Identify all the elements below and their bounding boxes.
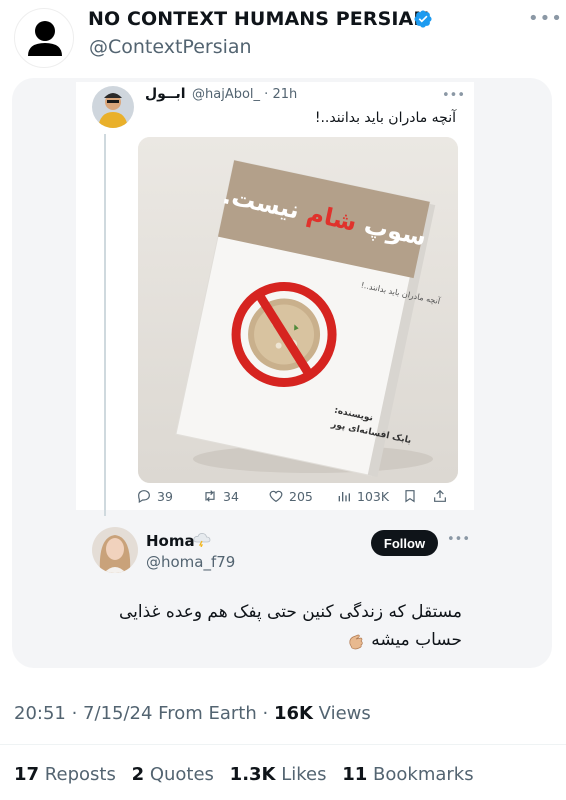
- quoted-author-handle[interactable]: @hajAbol_ · 21h: [192, 87, 297, 102]
- quoted-handle-text: @hajAbol_: [192, 87, 261, 102]
- reply-tweet-text-line1: مستقل که زندگی کنین حتی پفک هم وعده غذای…: [119, 602, 462, 622]
- avatar-man-icon: [92, 86, 134, 128]
- quotes-stat[interactable]: 2 Quotes: [132, 764, 214, 785]
- quoted-time: 21h: [272, 87, 298, 102]
- quoted-author-name[interactable]: ابــول: [145, 86, 186, 102]
- bookmark-icon: [405, 490, 415, 503]
- retweet-icon: [205, 490, 215, 502]
- author-name[interactable]: NO CONTEXT HUMANS PERSIAN: [88, 8, 429, 30]
- tweet-date[interactable]: 7/15/24: [83, 703, 152, 724]
- likes-label: Likes: [281, 764, 327, 785]
- reply-author-handle[interactable]: @homa_f79: [146, 553, 235, 571]
- engagement-stats: 17 Reposts 2 Quotes 1.3K Likes 11 Bookma…: [14, 764, 484, 785]
- retweet-action[interactable]: 34: [202, 488, 239, 504]
- views-label: Views: [318, 703, 371, 724]
- more-dots-icon[interactable]: •••: [447, 532, 470, 547]
- book-cover-image[interactable]: سوپ شام نیست. آنچه مادران باید بدانند..!…: [138, 137, 458, 483]
- follow-button[interactable]: Follow: [371, 530, 438, 556]
- views-count: 103K: [357, 488, 390, 504]
- tweet-source: From Earth: [158, 703, 257, 724]
- tweet-meta: 20:51 · 7/15/24 From Earth · 16K Views: [14, 703, 371, 724]
- quoted-author-avatar[interactable]: [92, 86, 134, 128]
- bookmark-action[interactable]: [402, 488, 418, 504]
- views-icon: [338, 492, 350, 502]
- bookmarks-stat[interactable]: 11 Bookmarks: [342, 764, 473, 785]
- likes-stat[interactable]: 1.3K Likes: [230, 764, 327, 785]
- share-icon: [434, 489, 446, 502]
- share-action[interactable]: [432, 488, 448, 504]
- quotes-value: 2: [131, 764, 145, 785]
- thread-connector-line: [104, 134, 106, 516]
- book-illustration: سوپ شام نیست. آنچه مادران باید بدانند..!…: [138, 137, 458, 483]
- quoted-tweet-text: آنچه مادران باید بدانند..!: [314, 110, 456, 126]
- reply-count: 39: [157, 488, 173, 504]
- bookmarks-label: Bookmarks: [373, 764, 474, 785]
- like-count: 205: [289, 488, 313, 504]
- reply-author-name[interactable]: Homa: [146, 532, 195, 550]
- clap-icon: [349, 634, 363, 650]
- bookmarks-value: 11: [342, 764, 368, 785]
- like-action[interactable]: 205: [268, 488, 313, 504]
- reply-tweet-text-line2: حساب میشه: [371, 630, 462, 650]
- retweet-count: 34: [223, 488, 239, 504]
- author-handle[interactable]: @ContextPersian: [89, 36, 252, 58]
- person-silhouette-icon: [28, 21, 62, 56]
- likes-value: 1.3K: [229, 764, 276, 785]
- reply-action[interactable]: 39: [136, 488, 173, 504]
- reposts-stat[interactable]: 17 Reposts: [14, 764, 116, 785]
- views-value: 16K: [273, 703, 313, 724]
- quotes-label: Quotes: [149, 764, 214, 785]
- tweet-time[interactable]: 20:51: [14, 703, 66, 724]
- reposts-label: Reposts: [44, 764, 116, 785]
- heart-icon: [269, 490, 283, 503]
- more-dots-icon[interactable]: •••: [442, 88, 465, 103]
- avatar-woman-icon: [92, 527, 138, 573]
- verified-badge-icon: [414, 10, 432, 28]
- more-dots-icon[interactable]: •••: [528, 8, 563, 29]
- divider: [0, 744, 566, 745]
- views-action[interactable]: 103K: [336, 488, 389, 504]
- reply-icon: [138, 490, 150, 504]
- author-avatar[interactable]: [14, 8, 74, 68]
- reply-author-avatar[interactable]: [92, 527, 138, 573]
- reposts-value: 17: [14, 764, 40, 785]
- cloud-lightning-icon: [193, 533, 211, 547]
